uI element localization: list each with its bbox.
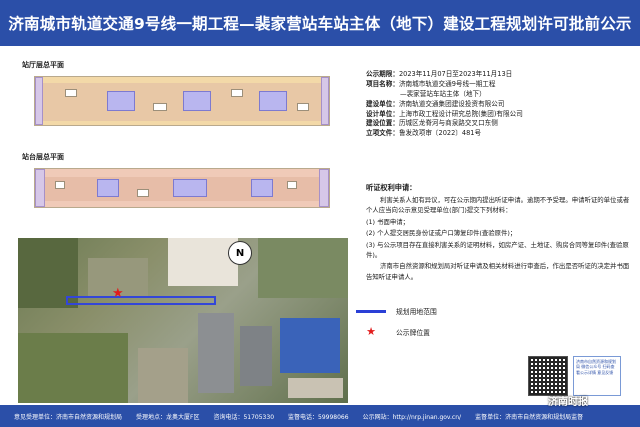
platform-plan-label: 站台层总平面 xyxy=(22,153,64,161)
notice-board-marker: ★ xyxy=(112,286,124,301)
hearing-paragraph: 利害关系人如有异议，可在公示期内提出听证申请。逾期不予受理。申请听证的单位或者个… xyxy=(366,196,630,215)
hearing-paragraph: (2) 个人提交居民身份证或户口簿复印件(查验原件)； xyxy=(366,229,517,238)
planning-boundary xyxy=(66,296,216,305)
footer-unit: 意见受理单位：济南市自然资源和规划局 xyxy=(14,413,123,421)
boundary-line-swatch xyxy=(356,309,386,313)
qr-note: 济南市自然资源和规划局 微信公众号 扫码查看公示详情 意见反馈 xyxy=(573,356,621,396)
footer-phone2: 监督电话：59998066 xyxy=(288,413,349,421)
site-map: ★ N xyxy=(18,238,348,403)
legend-boundary-label: 规划用地范围 xyxy=(396,308,437,316)
period-key: 公示期限： xyxy=(366,70,399,78)
hearing-paragraph: (3) 与公示项目存在直接利害关系的证明材料，如房产证、土地证、购房合同等复印件… xyxy=(366,240,629,259)
builder-key: 建设单位： xyxy=(366,99,399,108)
designer-key: 设计单位： xyxy=(366,109,399,118)
footer-monitor: 监督单位：济南市自然资源和规划局监督 xyxy=(475,413,584,421)
location-key: 建设位置： xyxy=(366,119,399,128)
hearing-paragraph: (1) 书面申请； xyxy=(366,217,410,226)
legend-boundary: 规划用地范围 xyxy=(356,306,437,316)
hearing-paragraph: 济南市自然资源和规划局对听证申请及相关材料进行审查后，作出是否听证的决定并书面告… xyxy=(366,262,630,281)
hall-plan-label: 站厅层总平面 xyxy=(22,61,64,69)
location-value: 历城区龙脊河与商泉路交叉口东侧 xyxy=(398,119,498,128)
project-value-2: —裴家营站车站主体（地下） xyxy=(400,89,486,98)
project-key: 项目名称： xyxy=(366,79,399,88)
period-value: 2023年11月07日至2023年11月13日 xyxy=(398,70,513,78)
star-icon: ★ xyxy=(366,325,376,338)
builder-value: 济南轨道交通集团建设投资有限公司 xyxy=(398,99,505,108)
north-arrow: N xyxy=(228,241,252,265)
legend-notice-label: 公示牌位置 xyxy=(396,328,430,337)
hearing-title: 听证权利申请： xyxy=(366,183,417,192)
hall-floor-plan xyxy=(34,76,330,126)
project-value: 济南城市轨道交通9号线一期工程 xyxy=(398,79,496,88)
page-title: 济南城市轨道交通9号线一期工程—裴家营站车站主体（地下）建设工程规划许可批前公示 xyxy=(0,0,640,46)
hearing-body: 利害关系人如有异议，可在公示期内提出听证申请。逾期不予受理。申请听证的单位或者个… xyxy=(366,195,632,283)
designer-value: 上海市政工程设计研究总院(集团)有限公司 xyxy=(398,109,523,118)
approval-value: 鲁发改项审〔2022〕481号 xyxy=(398,129,482,138)
legend-notice: ★ 公示牌位置 xyxy=(356,325,430,338)
qr-code[interactable] xyxy=(528,356,568,396)
project-info: 公示期限： 2023年11月07日至2023年11月13日 项目名称： 济南城市轨道… xyxy=(366,70,632,139)
footer-site[interactable]: 公示网站：http://nrp.jinan.gov.cn/ xyxy=(363,412,462,421)
platform-floor-plan xyxy=(34,168,330,208)
watermark: 济南时报 xyxy=(548,397,588,408)
footer: 意见受理单位：济南市自然资源和规划局 受理地点：龙奥大厦F区 咨询电话：5170… xyxy=(0,405,640,427)
footer-phone1: 咨询电话：51705330 xyxy=(213,413,275,421)
footer-address: 受理地点：龙奥大厦F区 xyxy=(136,413,200,421)
approval-key: 立项文件： xyxy=(366,129,399,138)
